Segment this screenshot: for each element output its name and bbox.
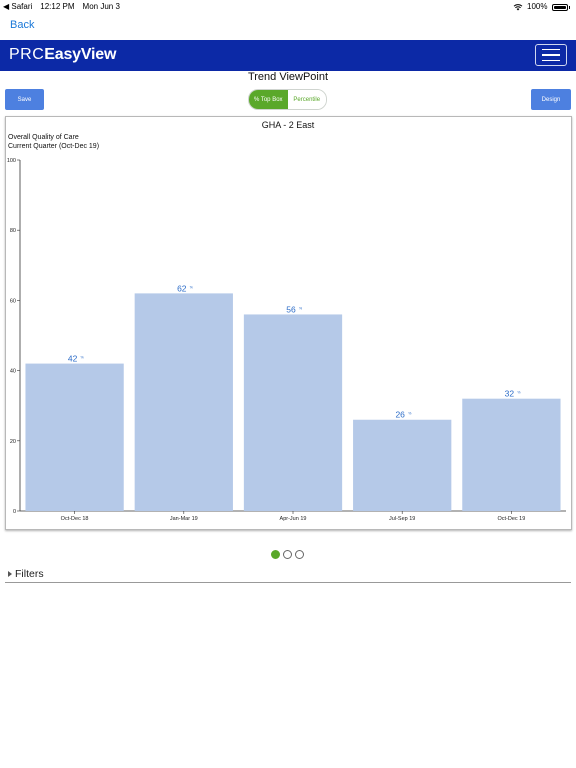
y-tick-label: 0: [13, 509, 16, 515]
x-tick-label: Apr-Jun 19: [280, 516, 307, 522]
page-dot[interactable]: [295, 550, 304, 559]
bar-value-label: 42: [68, 354, 78, 364]
x-tick-label: Oct-Dec 19: [497, 516, 525, 522]
bar: [25, 363, 124, 511]
y-tick-label: 40: [10, 369, 16, 375]
y-tick-label: 80: [10, 228, 16, 234]
page-dot[interactable]: [271, 550, 280, 559]
bar-value-label: 32: [505, 389, 515, 399]
x-tick-label: Jan-Mar 19: [170, 516, 198, 522]
filters-label: Filters: [15, 568, 44, 580]
bar: [462, 398, 561, 511]
bar: [134, 293, 233, 511]
bar-value-label: 26: [395, 410, 405, 420]
x-tick-label: Oct-Dec 18: [61, 516, 89, 522]
bar-value-suffix: %: [190, 285, 193, 289]
page-indicator: [271, 550, 304, 559]
filters-toggle[interactable]: Filters: [8, 568, 44, 580]
y-tick-label: 60: [10, 298, 16, 304]
page-dot[interactable]: [283, 550, 292, 559]
bar-value-suffix: %: [299, 306, 302, 310]
filters-divider: [5, 582, 571, 583]
bar: [353, 419, 452, 511]
disclosure-triangle-icon: [8, 571, 12, 577]
bar: [243, 314, 343, 511]
bar-value-label: 62: [177, 283, 187, 293]
bar-value-suffix: %: [408, 412, 411, 416]
x-tick-label: Jul-Sep 19: [389, 516, 415, 522]
y-tick-label: 100: [7, 158, 16, 164]
y-tick-label: 20: [10, 439, 16, 445]
bar-value-label: 56: [286, 304, 296, 314]
bar-chart: 0 20 40 60 80 100 42 % Oct-Dec 18 62 % Jan-Mar 19 56…: [7, 158, 566, 522]
bar-value-suffix: %: [81, 356, 84, 360]
bar-value-suffix: %: [517, 391, 520, 395]
